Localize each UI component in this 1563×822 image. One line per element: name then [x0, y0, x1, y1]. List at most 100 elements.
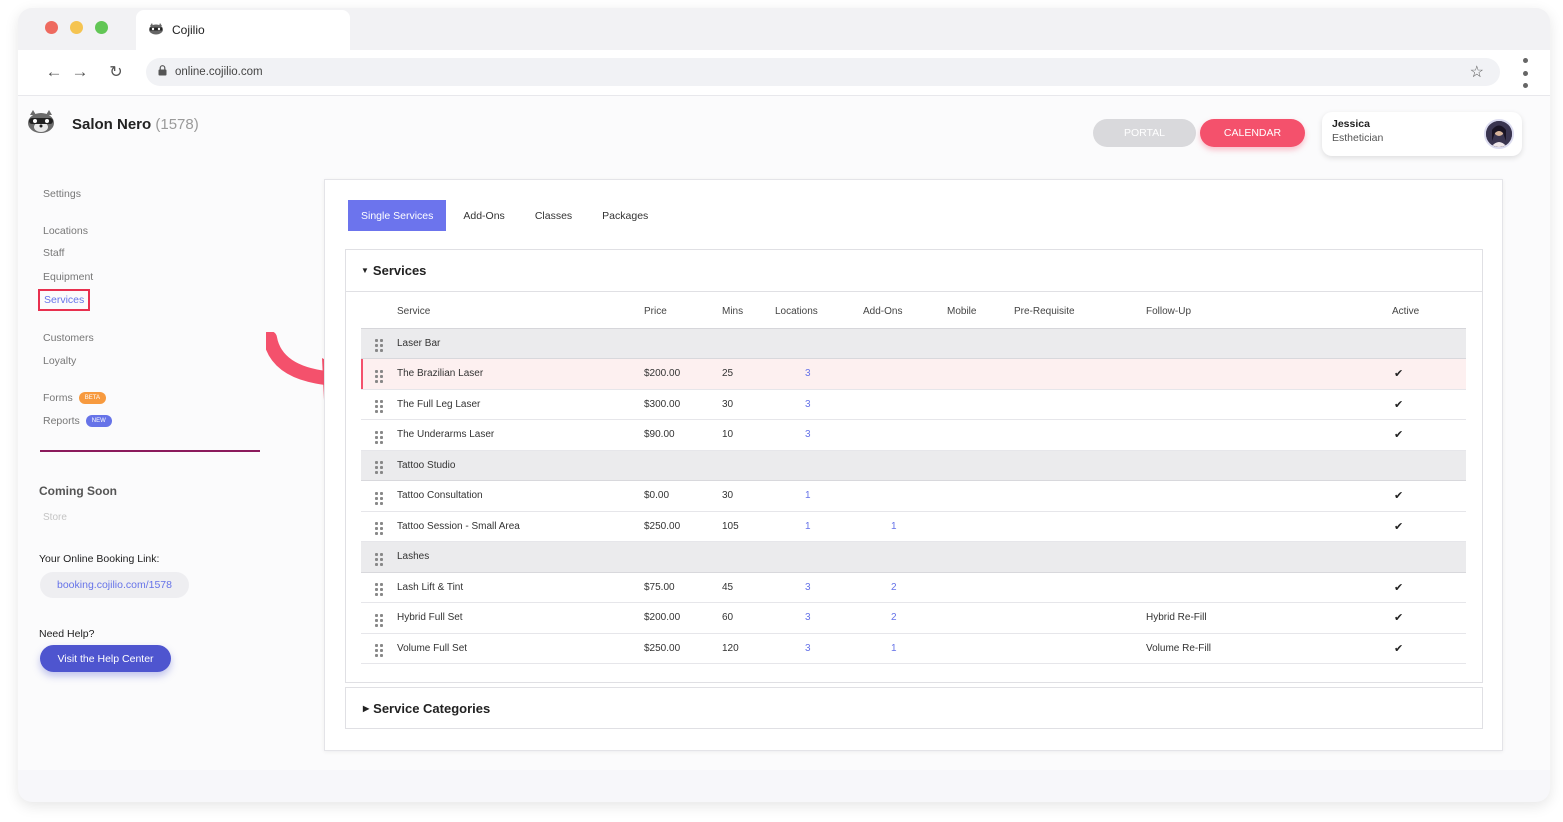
header-actions: PORTAL CALENDAR [1093, 119, 1305, 147]
table-row[interactable]: The Underarms Laser $90.00 10 3 ✔ [361, 419, 1466, 451]
booking-link[interactable]: booking.cojilio.com/1578 [40, 572, 189, 598]
drag-handle-icon[interactable] [375, 339, 383, 353]
reload-icon[interactable]: ↻ [106, 62, 126, 82]
service-addons-count[interactable] [863, 358, 947, 390]
service-addons-count[interactable] [863, 419, 947, 451]
service-prerequisite [1014, 358, 1146, 390]
drag-handle-icon[interactable] [375, 461, 383, 475]
drag-handle-icon[interactable] [375, 583, 383, 597]
sidebar-item-staff[interactable]: Staff [43, 247, 64, 259]
drag-cell [361, 572, 397, 603]
sidebar-item-equipment[interactable]: Equipment [43, 271, 93, 283]
service-mins: 45 [722, 572, 775, 603]
browser-toolbar: ← → ↻ online.cojilio.com ☆ [18, 50, 1550, 96]
sidebar-item-forms[interactable]: Forms BETA [43, 392, 106, 405]
drag-handle-icon[interactable] [375, 430, 383, 444]
sidebar-item-locations[interactable]: Locations [43, 225, 88, 237]
service-addons-count[interactable]: 1 [863, 511, 947, 542]
service-price: $200.00 [644, 358, 722, 390]
drag-handle-icon[interactable] [375, 613, 383, 627]
table-row[interactable]: Lash Lift & Tint $75.00 45 3 2 ✔ [361, 572, 1466, 603]
service-name[interactable]: Tattoo Consultation [397, 480, 644, 512]
sidebar-item-settings[interactable]: Settings [43, 188, 81, 200]
service-prerequisite [1014, 572, 1146, 603]
service-addons-count[interactable]: 2 [863, 602, 947, 634]
sidebar-item-loyalty[interactable]: Loyalty [43, 355, 76, 367]
table-row[interactable]: Hybrid Full Set $200.00 60 3 2 Hybrid Re-Fill… [361, 602, 1466, 634]
service-follow-up [1146, 419, 1392, 451]
service-locations-count[interactable]: 3 [775, 419, 863, 451]
help-center-button[interactable]: Visit the Help Center [40, 645, 171, 672]
service-locations-count[interactable]: 1 [775, 480, 863, 512]
service-price: $0.00 [644, 480, 722, 512]
service-mobile [947, 358, 1014, 390]
service-price: $200.00 [644, 602, 722, 634]
user-menu[interactable]: Jessica Esthetician [1322, 112, 1522, 156]
service-follow-up [1146, 358, 1392, 390]
service-addons-count[interactable]: 2 [863, 572, 947, 603]
tab-classes[interactable]: Classes [522, 200, 585, 231]
maximize-window-dot[interactable] [95, 21, 108, 34]
sidebar-item-reports[interactable]: Reports NEW [43, 415, 112, 428]
portal-button[interactable]: PORTAL [1093, 119, 1196, 147]
service-addons-count[interactable] [863, 480, 947, 512]
drag-handle-icon[interactable] [375, 644, 383, 658]
close-window-dot[interactable] [45, 21, 58, 34]
address-bar[interactable]: online.cojilio.com ☆ [146, 58, 1500, 86]
active-check-icon: ✔ [1392, 572, 1466, 603]
column-header-mins: Mins [722, 295, 775, 329]
service-locations-count[interactable]: 3 [775, 602, 863, 634]
browser-tab[interactable]: Cojilio [136, 10, 350, 50]
service-name[interactable]: Volume Full Set [397, 633, 644, 664]
service-name[interactable]: Hybrid Full Set [397, 602, 644, 634]
sidebar: Settings Locations Staff Equipment Servi… [18, 96, 278, 770]
minimize-window-dot[interactable] [70, 21, 83, 34]
drag-handle-icon[interactable] [375, 552, 383, 566]
table-row[interactable]: Volume Full Set $250.00 120 3 1 Volume Re-Fil… [361, 633, 1466, 664]
bookmark-star-icon[interactable]: ☆ [1470, 62, 1484, 82]
browser-menu-icon[interactable] [1518, 56, 1532, 90]
service-follow-up: Hybrid Re-Fill [1146, 602, 1392, 634]
tab-packages[interactable]: Packages [589, 200, 661, 231]
table-row[interactable]: The Full Leg Laser $300.00 30 3 ✔ [361, 389, 1466, 420]
table-row[interactable]: Tattoo Session - Small Area $250.00 105 1 1 ✔ [361, 511, 1466, 542]
service-addons-count[interactable] [863, 389, 947, 420]
category-row[interactable]: Lashes [361, 541, 1466, 573]
service-name[interactable]: The Underarms Laser [397, 419, 644, 451]
category-row[interactable]: Laser Bar [361, 328, 1466, 359]
service-name[interactable]: Tattoo Session - Small Area [397, 511, 644, 542]
service-categories-section[interactable]: ▶ Service Categories [345, 687, 1483, 729]
booking-link-label: Your Online Booking Link: [39, 553, 160, 565]
new-badge: NEW [85, 415, 112, 428]
service-name[interactable]: The Full Leg Laser [397, 389, 644, 420]
drag-handle-icon[interactable] [375, 369, 383, 383]
service-prerequisite [1014, 419, 1146, 451]
service-locations-count[interactable]: 3 [775, 389, 863, 420]
browser-window: Cojilio ← → ↻ online.cojilio.com ☆ Salon… [18, 8, 1550, 802]
table-row[interactable]: Tattoo Consultation $0.00 30 1 ✔ [361, 480, 1466, 512]
drag-handle-icon[interactable] [375, 491, 383, 505]
service-addons-count[interactable]: 1 [863, 633, 947, 664]
lock-icon [158, 65, 167, 79]
calendar-button[interactable]: CALENDAR [1200, 119, 1305, 147]
forward-arrow-icon[interactable]: → [70, 62, 90, 82]
table-row[interactable]: The Brazilian Laser $200.00 25 3 ✔ [361, 358, 1466, 390]
service-name[interactable]: Lash Lift & Tint [397, 572, 644, 603]
service-name[interactable]: The Brazilian Laser [397, 358, 644, 390]
service-locations-count[interactable]: 1 [775, 511, 863, 542]
services-section-header[interactable]: ▼ Services [346, 250, 1482, 292]
drag-handle-icon[interactable] [375, 400, 383, 414]
tab-single-services[interactable]: Single Services [348, 200, 447, 231]
sidebar-item-customers[interactable]: Customers [43, 332, 94, 344]
drag-handle-icon[interactable] [375, 522, 383, 536]
service-locations-count[interactable]: 3 [775, 633, 863, 664]
tab-add-ons[interactable]: Add-Ons [450, 200, 517, 231]
service-locations-count[interactable]: 3 [775, 572, 863, 603]
back-arrow-icon[interactable]: ← [44, 62, 64, 82]
category-row[interactable]: Tattoo Studio [361, 450, 1466, 481]
service-locations-count[interactable]: 3 [775, 358, 863, 390]
service-prerequisite [1014, 511, 1146, 542]
service-mins: 30 [722, 389, 775, 420]
service-mobile [947, 602, 1014, 634]
sidebar-item-services[interactable]: Services [37, 289, 91, 311]
